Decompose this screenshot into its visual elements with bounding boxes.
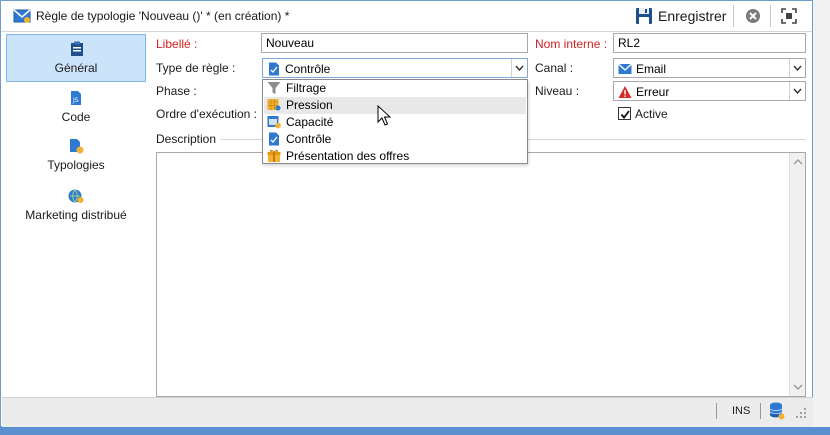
active-checkbox[interactable] [618, 107, 631, 120]
libelle-label: Libellé : [156, 37, 198, 51]
title-toolbar: Règle de typologie 'Nouveau ()' * (en cr… [1, 1, 812, 32]
scroll-down-icon[interactable] [793, 383, 803, 391]
resize-grip-icon[interactable] [795, 407, 807, 419]
canal-value: Email [636, 62, 667, 76]
dropdown-option-filtrage[interactable]: Filtrage [264, 80, 526, 97]
active-label: Active [635, 107, 668, 121]
code-file-icon: JS [71, 91, 81, 105]
sidebar-item-label: Code [61, 110, 91, 124]
niveau-label: Niveau : [535, 84, 580, 98]
libelle-input[interactable]: Nouveau [261, 33, 528, 53]
toolbar-separator [733, 5, 734, 27]
option-label: Filtrage [286, 81, 327, 95]
sidebar-item-code[interactable]: JS Code [6, 84, 146, 132]
type-regle-select[interactable]: Contrôle [262, 58, 528, 78]
chevron-down-icon[interactable] [511, 59, 527, 77]
window-title: Règle de typologie 'Nouveau ()' * (en cr… [36, 9, 290, 23]
option-label: Présentation des offres [286, 149, 410, 163]
calendar-user-icon [267, 99, 281, 111]
envelope-rule-icon [13, 9, 31, 23]
description-textarea[interactable] [156, 152, 806, 397]
type-regle-label: Type de règle : [156, 61, 236, 75]
checkmark-icon [620, 110, 630, 119]
sidebar-item-label: Marketing distribué [25, 208, 127, 222]
taskbar-edge [0, 427, 830, 435]
maximize-icon[interactable] [781, 8, 797, 24]
niveau-select[interactable]: Erreur [613, 81, 806, 101]
insert-mode-indicator: INS [732, 405, 751, 417]
database-icon[interactable] [769, 402, 785, 420]
sidebar-item-general[interactable]: Général [6, 34, 146, 82]
document-check-icon [269, 132, 279, 146]
sidebar-item-marketing-distribue[interactable]: Marketing distribué [6, 182, 146, 230]
chevron-down-icon[interactable] [789, 82, 805, 100]
nom-interne-input[interactable]: RL2 [613, 33, 806, 53]
save-button[interactable]: Enregistrer [635, 5, 726, 27]
scroll-up-icon[interactable] [793, 158, 803, 166]
calendar-gear-icon [267, 116, 281, 129]
clipboard-icon [71, 41, 83, 56]
option-label: Capacité [286, 115, 334, 129]
dropdown-option-pression[interactable]: Pression [264, 97, 526, 114]
typology-rule-window: Règle de typologie 'Nouveau ()' * (en cr… [0, 0, 813, 427]
type-regle-dropdown: Filtrage Pression Capacité Contrôle Prés… [262, 79, 528, 164]
vertical-scrollbar[interactable] [789, 153, 805, 396]
toolbar-separator [770, 5, 771, 27]
save-button-label: Enregistrer [658, 8, 727, 24]
chevron-down-icon[interactable] [789, 59, 805, 77]
gift-icon [267, 149, 281, 162]
desktop-background [813, 0, 830, 435]
niveau-value: Erreur [636, 85, 670, 99]
sidebar-item-label: Général [54, 61, 98, 75]
dropdown-option-controle[interactable]: Contrôle [264, 131, 526, 148]
close-icon[interactable] [745, 8, 761, 24]
ordre-execution-label: Ordre d'exécution : [156, 107, 258, 121]
funnel-icon [267, 82, 281, 94]
mouse-cursor-icon [377, 105, 391, 126]
nom-interne-label: Nom interne : [535, 37, 608, 51]
canal-label: Canal : [535, 61, 574, 75]
email-icon [618, 63, 632, 74]
globe-user-icon [68, 189, 84, 203]
type-regle-value: Contrôle [285, 62, 331, 76]
warning-icon [618, 86, 632, 98]
typology-icon [70, 139, 84, 154]
status-separator [716, 403, 717, 419]
sidebar-item-typologies[interactable]: Typologies [6, 132, 146, 180]
document-check-icon [269, 62, 279, 76]
option-label: Contrôle [286, 132, 332, 146]
canal-select[interactable]: Email [613, 58, 806, 78]
status-bar: INS [2, 397, 813, 427]
dropdown-option-capacite[interactable]: Capacité [264, 114, 526, 131]
phase-label: Phase : [156, 84, 197, 98]
option-label: Pression [286, 98, 333, 112]
status-separator [760, 403, 761, 419]
sidebar: Général JS Code Typologies Marketing dis… [2, 32, 148, 397]
sidebar-item-label: Typologies [47, 158, 105, 172]
svg-text:JS: JS [72, 97, 79, 104]
floppy-disk-icon [636, 8, 652, 24]
description-label: Description [156, 132, 221, 146]
dropdown-option-presentation-offres[interactable]: Présentation des offres [264, 148, 526, 165]
